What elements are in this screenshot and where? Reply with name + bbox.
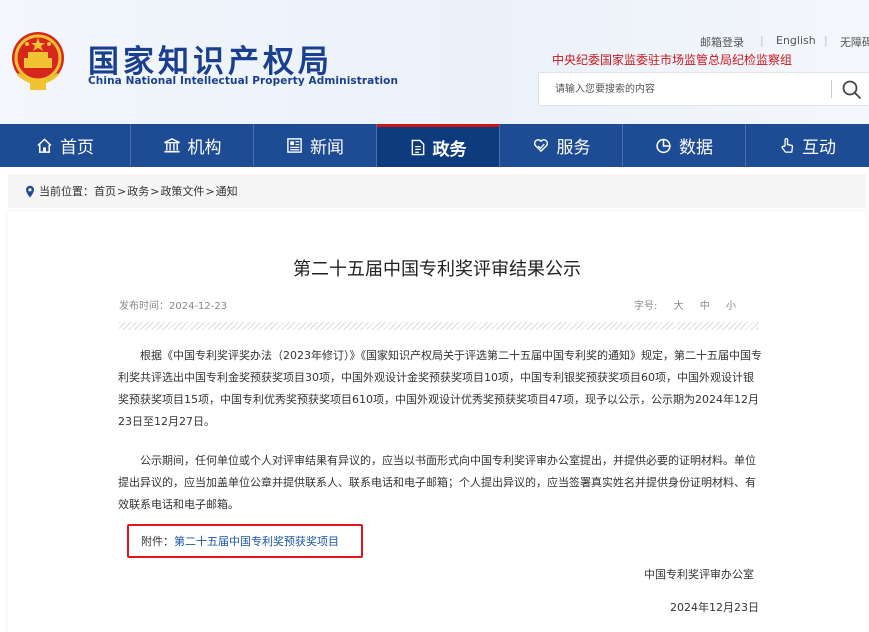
breadcrumb-separator: > (117, 184, 127, 198)
publish-label: 发布时间： (119, 301, 169, 312)
breadcrumb-prefix: 当前位置： (39, 185, 94, 198)
breadcrumb-separator: > (205, 184, 215, 198)
search-input[interactable] (539, 73, 845, 105)
font-size-label: 字号: (634, 301, 658, 312)
attachment-link[interactable]: 第二十五届中国专利奖预获奖项目 (174, 535, 339, 548)
discipline-inspection-link[interactable]: 中央纪委国家监委驻市场监管总局纪检监察组 (552, 51, 792, 68)
search-icon[interactable] (839, 77, 865, 103)
national-emblem-icon[interactable] (10, 30, 66, 92)
main-nav: 首页 机构 新闻 政务 服务 数据 互动 (0, 124, 869, 167)
breadcrumb: 当前位置： 首页 > 政务 > 政策文件 > 通知 (8, 174, 866, 208)
nav-item-government-affairs[interactable]: 政务 (377, 124, 500, 167)
breadcrumb-notices[interactable]: 通知 (216, 183, 238, 199)
signature-office: 中国专利奖评审办公室 (644, 568, 754, 581)
nav-label: 互动 (802, 138, 836, 158)
article-container: 第二十五届中国专利奖评审结果公示 发布时间：2024-12-23 字号: 大 中… (8, 211, 866, 632)
newspaper-icon (286, 137, 303, 154)
english-link[interactable]: English (776, 34, 816, 47)
pie-chart-icon (655, 137, 672, 154)
font-size-large[interactable]: 大 (674, 301, 684, 312)
nav-item-home[interactable]: 首页 (0, 124, 131, 167)
font-size-medium[interactable]: 中 (700, 301, 710, 312)
nav-label: 服务 (556, 138, 591, 158)
article-title: 第二十五届中国专利奖评审结果公示 (293, 259, 581, 280)
heart-hand-icon (532, 137, 550, 154)
article-paragraph: 公示期间，任何单位或个人对评审结果有异议的，应当以书面形式向中国专利奖评审办公室… (118, 454, 756, 511)
font-size-selector: 字号: 大 中 小 (634, 297, 736, 312)
attachment: 附件：第二十五届中国专利奖预获奖项目 (141, 533, 339, 549)
building-icon (163, 137, 181, 154)
signature-date: 2024年12月23日 (670, 601, 759, 614)
nav-item-organization[interactable]: 机构 (131, 124, 254, 167)
nav-label: 首页 (60, 138, 94, 158)
font-size-small[interactable]: 小 (726, 301, 736, 312)
link-separator: | (824, 34, 828, 47)
nav-label: 政务 (432, 139, 467, 160)
home-icon (36, 137, 53, 154)
hand-pointer-icon (779, 137, 795, 154)
document-icon (410, 139, 426, 156)
breadcrumb-policy-documents[interactable]: 政策文件 (160, 183, 204, 199)
article-paragraph: 根据《中国专利奖评奖办法（2023年修订）》《国家知识产权局关于评选第二十五届中… (118, 349, 762, 428)
link-separator: | (760, 34, 764, 47)
breadcrumb-government-affairs[interactable]: 政务 (127, 183, 149, 199)
nav-label: 数据 (679, 138, 713, 158)
nav-label: 机构 (187, 138, 222, 158)
nav-item-interaction[interactable]: 互动 (746, 124, 869, 167)
attachment-label: 附件： (141, 535, 174, 548)
nav-item-news[interactable]: 新闻 (254, 124, 377, 167)
publish-date: 2024-12-23 (169, 301, 228, 312)
search-box (538, 72, 869, 106)
mail-login-link[interactable]: 邮箱登录 (700, 34, 744, 50)
publish-info: 发布时间：2024-12-23 (119, 297, 227, 312)
search-divider (831, 80, 832, 98)
nav-item-data[interactable]: 数据 (623, 124, 746, 167)
title-divider (119, 322, 759, 330)
nav-item-services[interactable]: 服务 (500, 124, 623, 167)
location-pin-icon (25, 185, 35, 198)
site-title-english[interactable]: China National Intellectual Property Adm… (88, 75, 398, 87)
site-header: 国家知识产权局 China National Intellectual Prop… (0, 0, 869, 124)
nav-label: 新闻 (310, 138, 344, 158)
breadcrumb-home[interactable]: 首页 (94, 183, 116, 199)
accessibility-link[interactable]: 无障碍 (840, 34, 869, 50)
breadcrumb-separator: > (150, 184, 160, 198)
